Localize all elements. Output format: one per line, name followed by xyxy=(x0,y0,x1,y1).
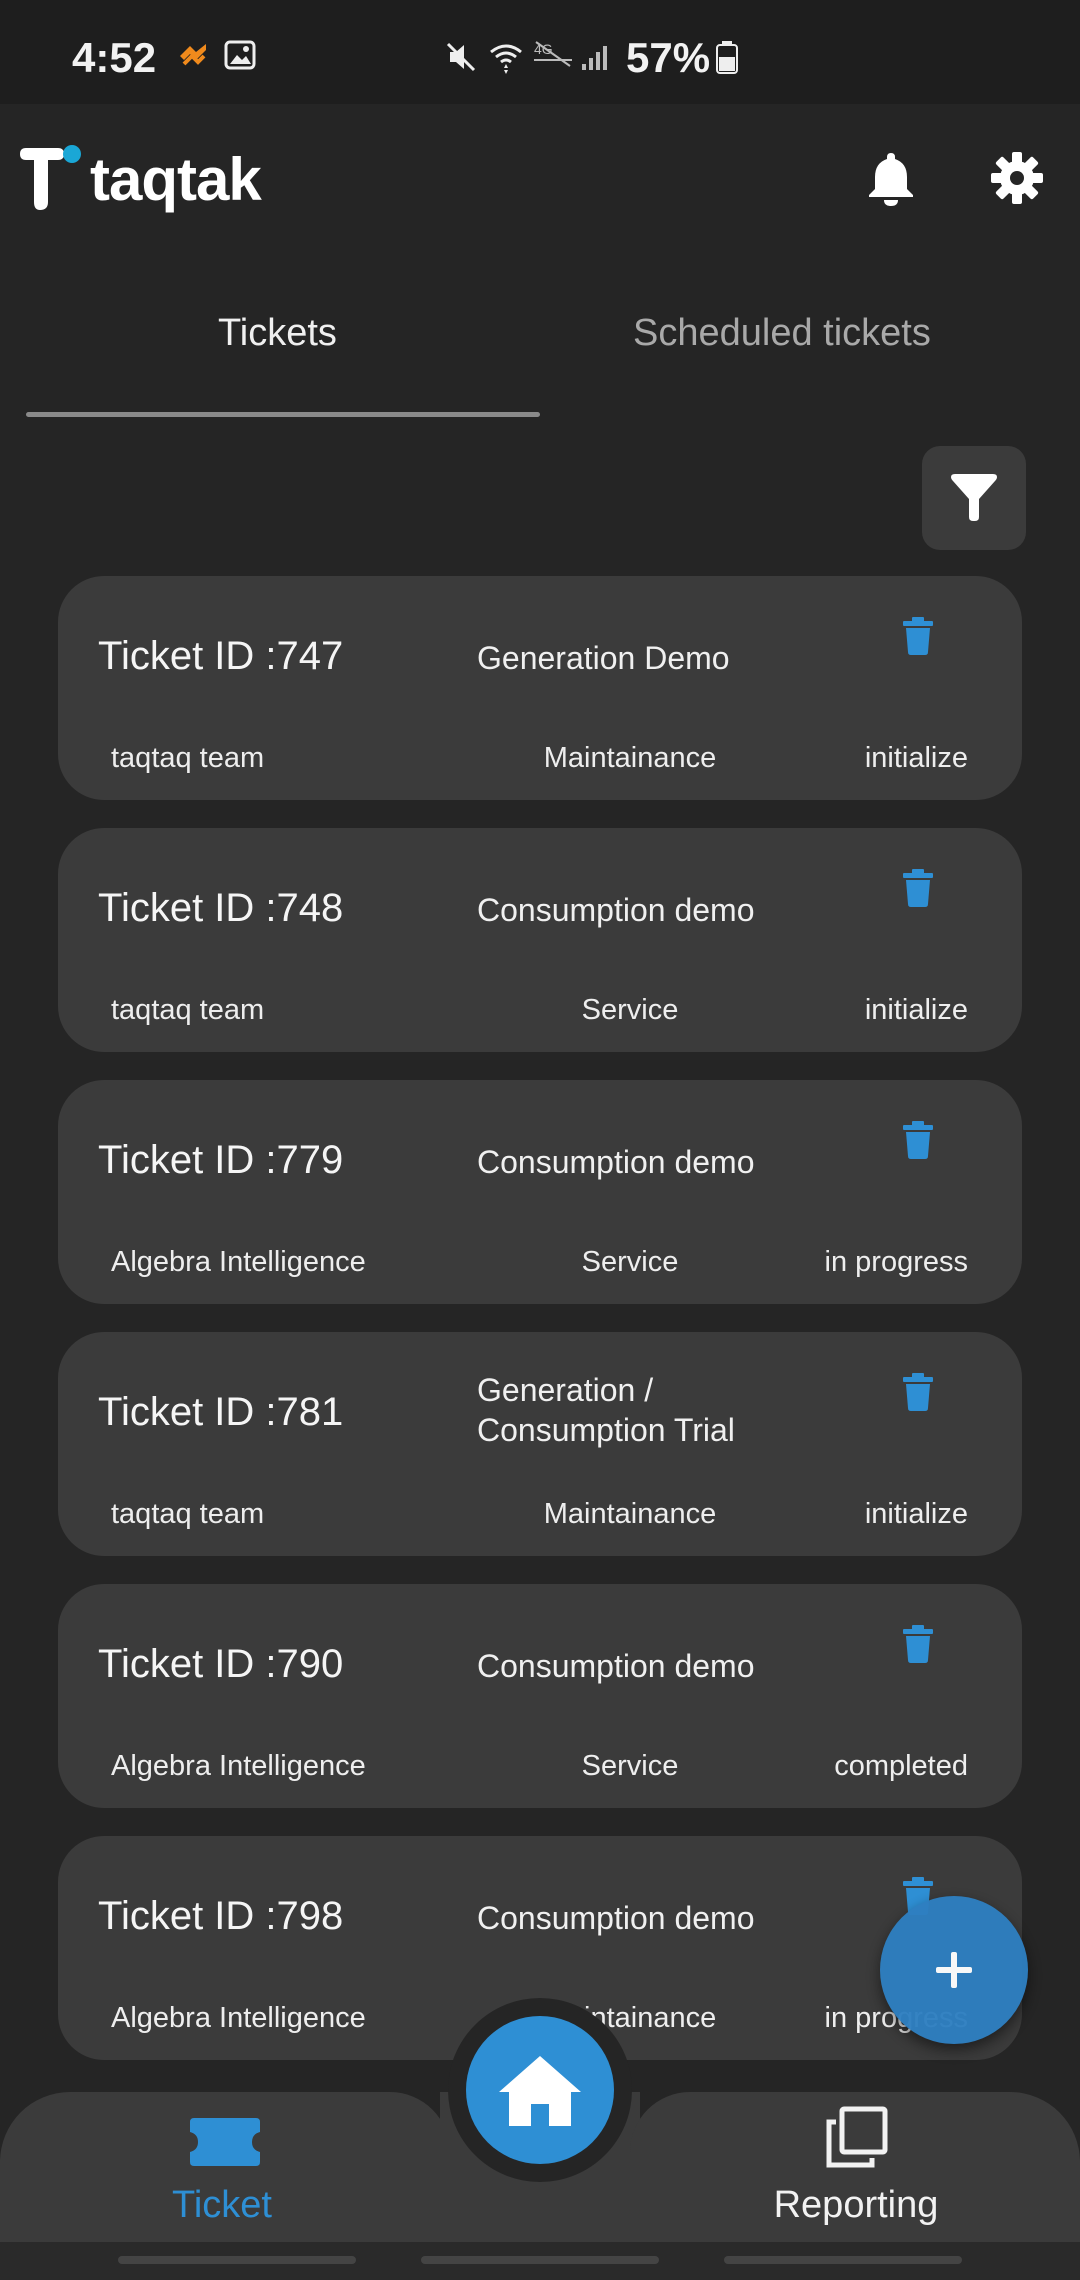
ticket-name: Consumption demo xyxy=(477,1648,755,1684)
trash-icon xyxy=(903,1121,933,1159)
wifi-icon xyxy=(488,40,524,81)
delete-ticket-button[interactable] xyxy=(902,1120,934,1165)
battery-icon xyxy=(716,40,738,79)
bottom-navigation: Ticket Reporting xyxy=(0,1998,1080,2242)
settings-button[interactable] xyxy=(981,142,1053,214)
ticket-name: Consumption demo xyxy=(477,1144,755,1180)
home-button[interactable] xyxy=(466,2016,614,2164)
delete-ticket-button[interactable] xyxy=(902,1624,934,1669)
ticket-tabs: Tickets Scheduled tickets xyxy=(0,290,1080,420)
ticket-status: completed xyxy=(834,1750,968,1782)
delete-ticket-button[interactable] xyxy=(902,616,934,661)
signal-icon xyxy=(580,40,612,77)
ticket-client: taqtaq team xyxy=(111,1498,265,1530)
ticket-client: Algebra Intelligence xyxy=(111,2002,366,2034)
copy-icon xyxy=(826,2106,888,2168)
ticket-status: in progress xyxy=(824,1246,968,1278)
trash-icon xyxy=(903,1625,933,1663)
ticket-card[interactable]: Ticket ID :779 Consumption demo Algebra … xyxy=(58,1080,1022,1304)
filter-icon xyxy=(951,474,997,521)
ticket-client: Algebra Intelligence xyxy=(111,1750,366,1782)
ticket-type: Maintainance xyxy=(543,742,717,774)
nav-ticket[interactable]: Ticket xyxy=(72,2092,372,2242)
ticket-id: Ticket ID :798 xyxy=(98,1894,344,1938)
ticket-id: Ticket ID :779 xyxy=(98,1138,344,1182)
ticket-card[interactable]: Ticket ID :781 Generation / Consumption … xyxy=(58,1332,1022,1556)
status-bar: 4:52 4G 57% xyxy=(0,0,1080,104)
ticket-name: Consumption demo xyxy=(477,892,755,928)
ticket-id: Ticket ID :790 xyxy=(98,1642,344,1686)
tab-tickets[interactable]: Tickets xyxy=(218,312,337,355)
plus-icon xyxy=(936,1952,972,1988)
ticket-type: Service xyxy=(581,1750,679,1782)
app-header: taqtak xyxy=(0,104,1080,254)
ticket-client: Algebra Intelligence xyxy=(111,1246,366,1278)
bell-icon xyxy=(869,153,913,206)
ticket-card[interactable]: Ticket ID :748 Consumption demo taqtaq t… xyxy=(58,828,1022,1052)
nav-ticket-label: Ticket xyxy=(172,2184,272,2226)
ticket-card[interactable]: Ticket ID :747 Generation Demo taqtaq te… xyxy=(58,576,1022,800)
ticket-status: initialize xyxy=(864,1498,968,1530)
ticket-type: Service xyxy=(581,994,679,1026)
status-time: 4:52 xyxy=(72,34,157,81)
taqtak-logo: taqtak xyxy=(14,144,262,214)
taqtak-logo-icon xyxy=(20,145,81,210)
ticket-type: Service xyxy=(581,1246,679,1278)
trash-icon xyxy=(903,869,933,907)
4g-icon: 4G xyxy=(534,40,574,75)
ticket-name: Generation Demo xyxy=(477,640,730,676)
orange-app-icon xyxy=(176,40,210,75)
gear-icon xyxy=(991,152,1043,204)
trash-icon xyxy=(903,1373,933,1411)
filter-button[interactable] xyxy=(922,446,1026,550)
ticket-status: initialize xyxy=(864,742,968,774)
delete-ticket-button[interactable] xyxy=(902,868,934,913)
tab-scheduled-tickets[interactable]: Scheduled tickets xyxy=(633,312,931,355)
ticket-status: initialize xyxy=(864,994,968,1026)
ticket-icon xyxy=(190,2118,260,2166)
ticket-name: Consumption demo xyxy=(477,1900,755,1936)
nav-reporting-label: Reporting xyxy=(773,2184,939,2226)
ticket-client: taqtaq team xyxy=(111,742,265,774)
trash-icon xyxy=(903,617,933,655)
notifications-button[interactable] xyxy=(855,142,927,214)
ticket-id: Ticket ID :748 xyxy=(98,886,344,930)
home-icon xyxy=(499,2056,581,2126)
ticket-name: Generation / Consumption Trial xyxy=(477,1372,735,1448)
ticket-id: Ticket ID :747 xyxy=(98,634,344,678)
ticket-card[interactable]: Ticket ID :790 Consumption demo Algebra … xyxy=(58,1584,1022,1808)
mute-icon xyxy=(444,40,478,79)
delete-ticket-button[interactable] xyxy=(902,1372,934,1417)
ticket-type: Maintainance xyxy=(543,1498,717,1530)
gallery-icon xyxy=(224,40,256,75)
logo-text: taqtak xyxy=(90,145,262,213)
ticket-id: Ticket ID :781 xyxy=(98,1390,344,1434)
active-tab-indicator xyxy=(26,412,540,417)
ticket-client: taqtaq team xyxy=(111,994,265,1026)
nav-reporting[interactable]: Reporting xyxy=(706,2092,1006,2242)
battery-percent: 57% xyxy=(626,34,711,81)
add-ticket-button[interactable] xyxy=(880,1896,1028,2044)
system-gesture-bar xyxy=(0,2242,1080,2280)
